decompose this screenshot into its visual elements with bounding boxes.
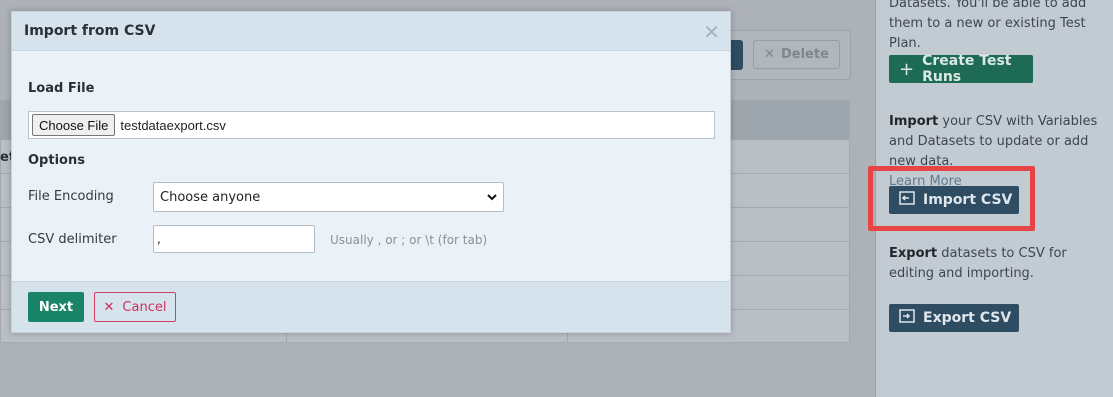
delete-button[interactable]: ✕ Delete bbox=[753, 40, 840, 69]
chevron-down-icon bbox=[487, 190, 497, 205]
close-icon: ✕ bbox=[103, 299, 115, 315]
options-label: Options bbox=[28, 153, 85, 168]
export-icon bbox=[899, 309, 915, 327]
csv-delimiter-label: CSV delimiter bbox=[28, 232, 117, 247]
file-encoding-value: Choose anyone bbox=[160, 189, 261, 205]
import-csv-modal: Import from CSV ✕ Load File Choose File … bbox=[11, 11, 731, 333]
plus-icon: + bbox=[899, 58, 915, 80]
modal-header: Import from CSV ✕ bbox=[12, 12, 730, 51]
file-encoding-select[interactable]: Choose anyone bbox=[153, 182, 504, 212]
create-test-runs-button[interactable]: + Create Test Runs bbox=[889, 53, 1033, 85]
csv-delimiter-input[interactable]: , bbox=[153, 225, 315, 253]
file-input[interactable]: Choose File testdataexport.csv bbox=[28, 111, 715, 139]
import-csv-button[interactable]: Import CSV bbox=[889, 186, 1019, 214]
sidebar-intro-text: Datasets. You'll be able to add them to … bbox=[889, 0, 1087, 51]
import-icon bbox=[899, 191, 915, 209]
load-file-label: Load File bbox=[28, 81, 95, 96]
close-icon: ✕ bbox=[764, 47, 775, 62]
delimiter-hint: Usually , or ; or \t (for tab) bbox=[330, 233, 488, 247]
export-description: Export datasets to CSV for editing and i… bbox=[889, 246, 1067, 281]
cancel-button[interactable]: ✕ Cancel bbox=[94, 292, 176, 322]
modal-title: Import from CSV bbox=[24, 23, 156, 39]
close-icon[interactable]: ✕ bbox=[703, 20, 720, 44]
export-csv-button[interactable]: Export CSV bbox=[889, 304, 1019, 332]
file-encoding-label: File Encoding bbox=[28, 189, 114, 204]
selected-file-name: testdataexport.csv bbox=[120, 117, 226, 133]
choose-file-button[interactable]: Choose File bbox=[32, 114, 116, 136]
next-button[interactable]: Next bbox=[28, 292, 84, 322]
modal-footer: Next ✕ Cancel bbox=[12, 281, 730, 332]
